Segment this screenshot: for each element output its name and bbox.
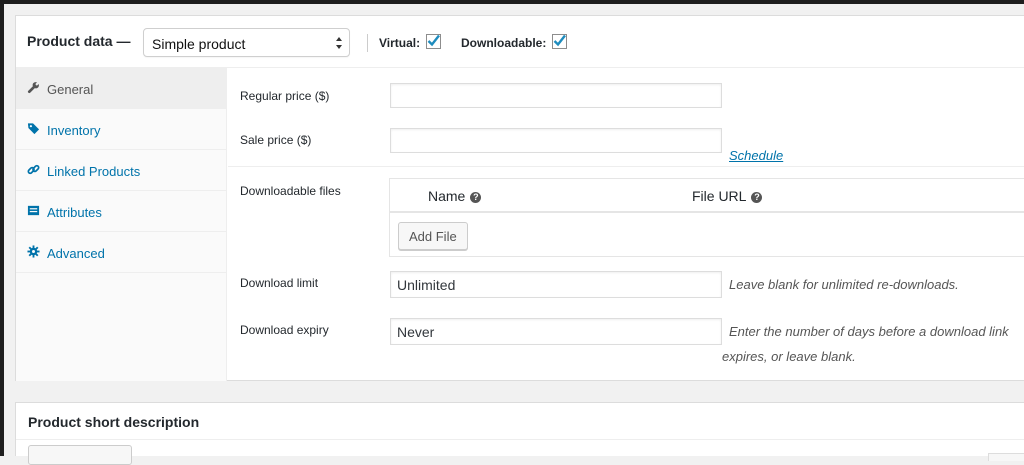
downloadable-files-table: Name? File URL? Add File [389,178,1024,257]
editor-tab-button[interactable] [988,453,1024,461]
downloadable-checkbox[interactable] [552,34,567,49]
regular-price-input[interactable] [390,83,722,108]
general-tab-content: Regular price ($) Sale price ($) Schedul… [228,68,1024,381]
checkmark-icon [553,34,566,47]
tab-attributes[interactable]: Attributes [16,191,226,232]
download-expiry-label: Download expiry [240,323,329,337]
files-col-url: File URL? [692,188,763,204]
short-description-title: Product short description [28,414,200,430]
wrench-icon [27,82,39,94]
tab-label: Inventory [47,123,101,138]
download-expiry-input[interactable] [390,318,722,345]
tab-inventory[interactable]: Inventory [16,109,226,150]
downloadable-files-label: Downloadable files [240,184,341,198]
download-limit-label: Download limit [240,276,319,290]
short-description-divider [16,439,1024,440]
product-type-value: Simple product [152,36,246,52]
short-description-panel: Product short description [15,402,1024,465]
virtual-label: Virtual: [379,36,421,50]
checkmark-icon [427,34,440,47]
help-icon[interactable]: ? [470,192,482,203]
download-limit-description: Leave blank for unlimited re-downloads. [729,277,959,292]
product-type-select[interactable]: Simple product [143,28,350,57]
product-data-tabs: General Inventory Linked Products Attrib… [16,68,227,381]
tab-label: Linked Products [47,164,141,179]
virtual-checkbox[interactable] [426,34,441,49]
tab-label: Advanced [47,246,105,261]
add-file-button[interactable]: Add File [398,222,468,250]
tag-icon [27,123,40,135]
gear-icon [27,245,40,258]
window-frame-top [0,0,1024,4]
tab-advanced[interactable]: Advanced [16,232,226,273]
tab-general[interactable]: General [16,68,226,109]
product-data-title: Product data — [27,33,131,49]
select-arrows-icon [336,37,342,49]
header-separator [367,34,368,52]
tab-label: Attributes [47,205,102,220]
section-divider [228,166,1024,167]
product-data-header: Product data — Simple product Virtual: D… [16,16,1024,68]
sale-price-label: Sale price ($) [240,133,312,147]
help-icon[interactable]: ? [751,192,763,203]
product-data-panel: Product data — Simple product Virtual: D… [15,15,1024,381]
files-col-url-label: File URL [692,188,747,204]
download-expiry-description-line1: Enter the number of days before a downlo… [729,324,1009,339]
list-icon [27,205,40,216]
tab-label: General [47,82,94,97]
schedule-link[interactable]: Schedule [729,148,783,163]
downloadable-label: Downloadable: [461,36,547,50]
window-frame-left [0,0,4,456]
download-expiry-description-line2: expires, or leave blank. [722,349,856,364]
sale-price-input[interactable] [390,128,722,153]
files-col-name-label: Name [428,188,466,204]
add-media-button[interactable] [28,445,132,465]
regular-price-label: Regular price ($) [240,89,330,103]
download-limit-input[interactable] [390,271,722,298]
link-icon [27,164,40,175]
files-col-name: Name? [428,188,482,204]
tab-linked-products[interactable]: Linked Products [16,150,226,191]
files-table-header: Name? File URL? [390,179,1024,213]
